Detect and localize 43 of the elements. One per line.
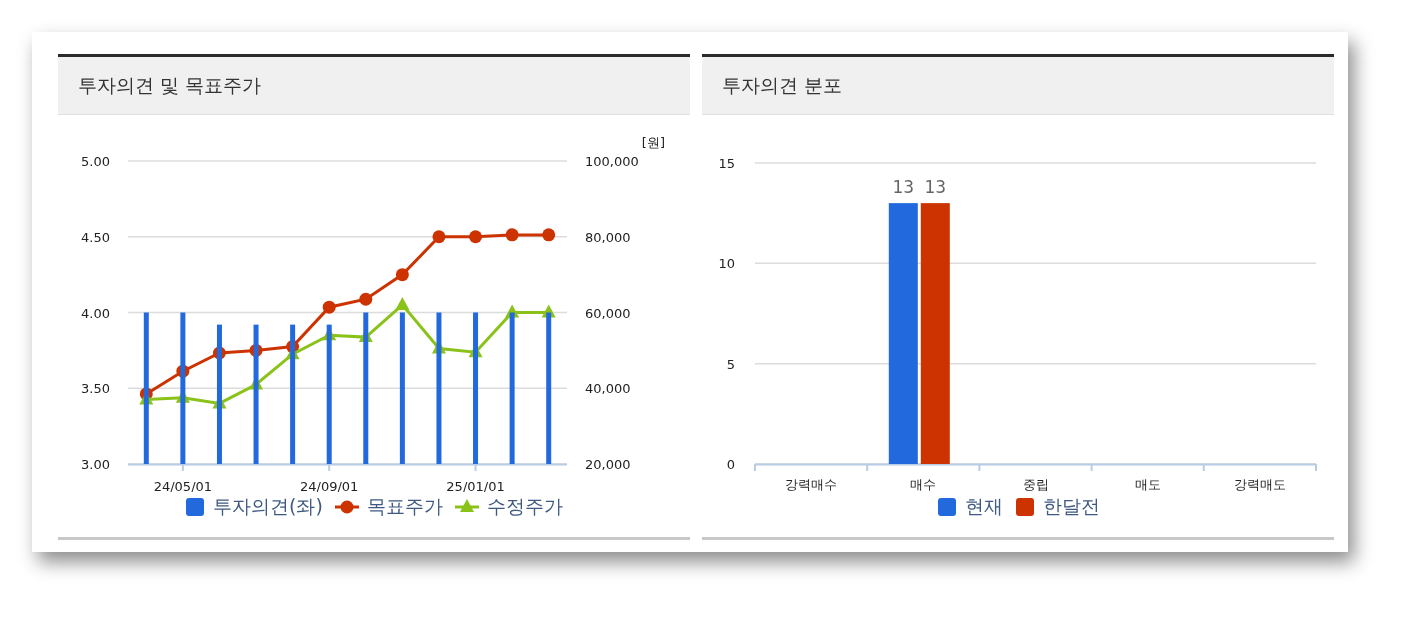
y-axis-label: 80,000 [585,229,631,245]
x-axis-label: 24/09/01 [300,479,359,492]
x-axis-label: 매도 [1134,477,1161,492]
y-axis-label: 5.00 [81,154,110,169]
panel-title: 투자의견 분포 [722,72,843,98]
point-marker [395,296,410,310]
legend-swatch-icon [936,497,957,517]
x-axis-label: 25/01/01 [446,479,505,492]
legend-label: 목표주가 [366,494,443,519]
y-axis-label: 60,000 [585,305,631,321]
point-marker [542,228,556,242]
legend-label: 한달전 [1042,494,1100,519]
point-marker [322,300,336,314]
y-axis-label: 0 [726,457,735,472]
axis-unit-label: [원] [641,135,665,150]
x-axis-label: 강력매수 [785,477,838,492]
legend-label: 투자의견(좌) [213,494,323,519]
y-axis-label: 100,000 [585,154,639,169]
y-axis-label: 3.00 [81,457,110,472]
legend-swatch-icon [185,497,206,517]
point-marker [359,292,373,306]
y-axis-label: 10 [718,256,735,272]
legend-label: 현재 [964,494,1003,519]
legend-label: 수정주가 [486,494,563,519]
x-axis-label: 강력매도 [1233,477,1286,492]
x-axis-label: 매수 [910,477,937,492]
point-marker [432,230,446,244]
y-axis-label: 4.50 [81,229,110,245]
point-marker [395,268,409,282]
y-axis-label: 3.50 [81,381,110,397]
x-axis-label: 중립 [1022,477,1049,492]
y-axis-label: 15 [718,156,735,171]
point-marker [469,230,483,244]
data-label: 13 [892,177,915,198]
point-marker [505,228,519,242]
panel-title: 투자의견 및 목표주가 [78,72,262,98]
y-axis-label: 40,000 [585,381,631,397]
y-axis-label: 5 [726,356,735,372]
legend-swatch-icon [1014,497,1035,517]
y-axis-label: 4.00 [81,305,110,321]
data-label: 13 [924,177,947,198]
y-axis-label: 20,000 [585,457,631,472]
x-axis-label: 24/05/01 [153,479,213,492]
